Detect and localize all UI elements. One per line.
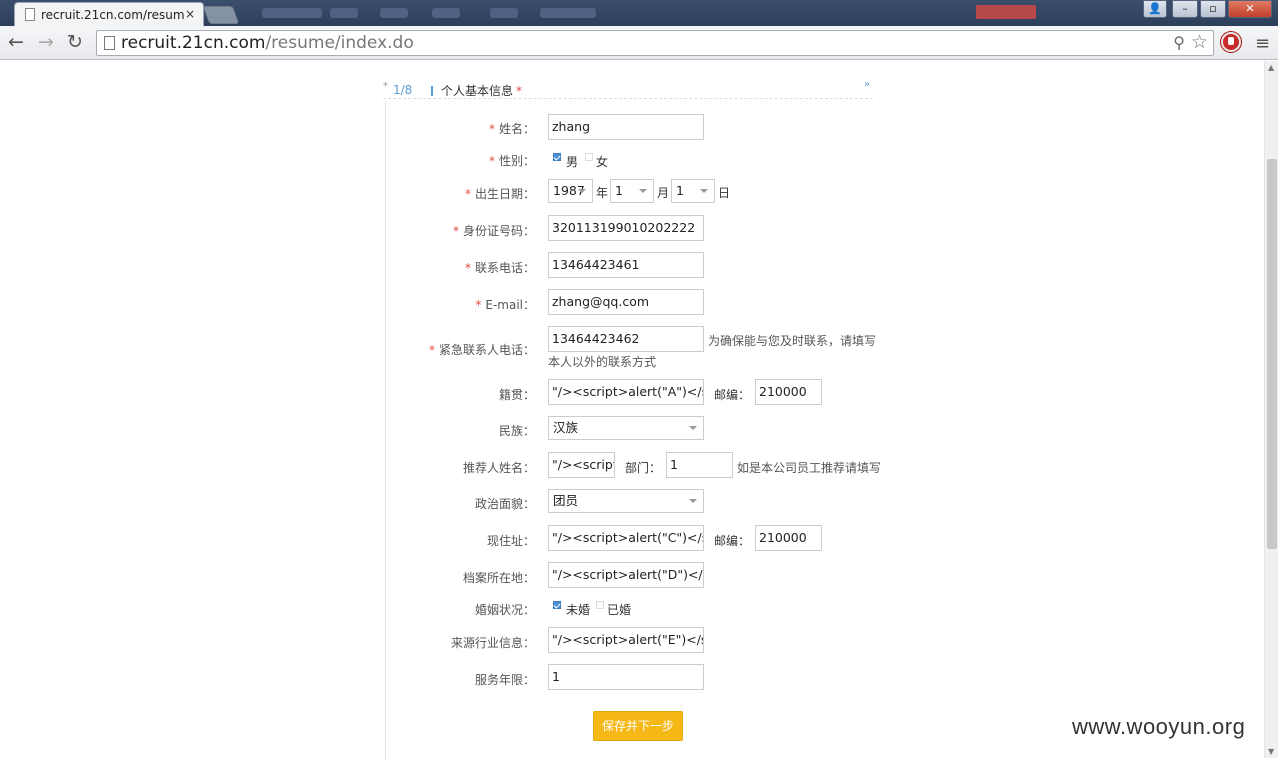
referrer-hint: 如是本公司员工推荐请填写 [737,461,882,475]
collapse-icon[interactable]: » [864,79,870,90]
menu-icon[interactable]: ≡ [1255,33,1270,54]
blurred-badge [976,5,1036,19]
blurred-area [432,8,460,18]
native-zip-input[interactable]: 210000 [755,379,822,405]
political-label: 政治面貌： [474,497,535,511]
blurred-area [540,8,596,18]
maximize-icon[interactable]: ▫ [1200,0,1226,18]
birth-year-select[interactable]: 1987 [548,179,593,203]
back-arrow-icon[interactable]: ← [4,31,28,55]
browser-toolbar: ← → ↻ recruit.21cn.com/resume/index.do ⚲… [0,26,1278,60]
email-label: * E-mail： [475,298,535,312]
bookmark-star-icon[interactable]: ☆ [1191,31,1208,53]
step-indicator: 1/8 [393,83,413,97]
industry-input[interactable]: "/><script>alert("E")</scr [548,627,704,653]
address-label: 现住址： [486,534,535,548]
window-titlebar: recruit.21cn.com/resum × 👤 – ▫ ✕ [0,0,1278,27]
page-icon [25,8,35,21]
birth-label: * 出生日期： [464,187,535,201]
blurred-area [380,8,408,18]
gender-label: * 性别： [488,154,535,168]
save-next-button[interactable]: 保存并下一步 [593,711,683,741]
native-zip-label: 邮编： [714,388,751,402]
name-input[interactable]: zhang [548,114,704,140]
marital-married-label: 已婚 [607,603,632,617]
marital-label: 婚姻状况： [474,603,535,617]
department-label: 部门： [625,461,662,475]
address-bar[interactable]: recruit.21cn.com/resume/index.do ⚲ ☆ [96,30,1214,56]
address-input[interactable]: "/><script>alert("C")</scri [548,525,704,551]
blurred-area [262,8,322,18]
address-zip-input[interactable]: 210000 [755,525,822,551]
minimize-icon[interactable]: – [1172,0,1198,18]
archive-input[interactable]: "/><script>alert("D")</sc [548,562,704,588]
id-label: * 身份证号码： [452,224,535,238]
required-dot: * [383,81,388,92]
industry-label: 来源行业信息： [450,636,535,650]
user-icon[interactable]: 👤 [1143,0,1167,18]
birth-day-select[interactable]: 1 [671,179,715,203]
extension-stop-icon[interactable] [1221,32,1241,52]
id-number-input[interactable]: 320113199010202222 [548,215,704,241]
address-zip-label: 邮编： [714,534,751,548]
gender-female-checkbox[interactable] [585,153,593,161]
zoom-icon[interactable]: ⚲ [1173,33,1185,52]
ethnic-select[interactable]: 汉族 [548,416,704,440]
archive-label: 档案所在地： [462,571,535,585]
referrer-label: 推荐人姓名： [462,461,535,475]
page-icon [104,36,115,50]
ethnic-label: 民族： [498,424,535,438]
phone-input[interactable]: 13464423461 [548,252,704,278]
marital-single-label: 未婚 [566,603,591,617]
day-unit: 日 [718,186,731,200]
watermark: www.wooyun.org [1072,714,1246,739]
political-select[interactable]: 团员 [548,489,704,513]
section-header: * 1/8 个人基本信息 * » [383,79,873,99]
reload-icon[interactable]: ↻ [63,31,87,55]
new-tab-button[interactable] [202,6,240,24]
emergency-phone-input[interactable]: 13464423462 [548,326,704,352]
gender-male-checkbox[interactable] [553,153,561,161]
tab-title: recruit.21cn.com/resum [41,8,185,22]
scroll-down-icon[interactable]: ▼ [1268,747,1274,756]
month-unit: 月 [657,186,670,200]
marital-single-checkbox[interactable] [553,601,561,609]
service-years-input[interactable]: 1 [548,664,704,690]
tab-close-icon[interactable]: × [185,7,195,21]
blurred-area [490,8,518,18]
email-input[interactable]: zhang@qq.com [548,289,704,315]
marital-married-checkbox[interactable] [596,601,604,609]
referrer-input[interactable]: "/><script [548,452,615,478]
birth-month-select[interactable]: 1 [610,179,654,203]
vertical-scrollbar[interactable]: ▲ ▼ [1264,61,1278,758]
window-controls: – ▫ ✕ [1172,0,1272,18]
close-icon[interactable]: ✕ [1228,0,1272,18]
gender-female-label: 女 [596,155,609,169]
scroll-up-icon[interactable]: ▲ [1268,63,1274,72]
url-text[interactable]: recruit.21cn.com/resume/index.do [121,33,414,53]
page-content: * 1/8 个人基本信息 * » * 姓名： zhang * 性别： 男 女 * 出生日… [0,61,1264,761]
native-label: 籍贯： [498,388,535,402]
blurred-area [330,8,358,18]
service-years-label: 服务年限： [474,673,535,687]
emergency-hint-line2: 本人以外的联系方式 [548,355,657,369]
section-title: 个人基本信息 * [441,84,523,98]
phone-label: * 联系电话： [464,261,535,275]
accent-bar [431,86,433,96]
browser-tab[interactable]: recruit.21cn.com/resum × [14,2,204,27]
gender-male-label: 男 [566,155,579,169]
native-input[interactable]: "/><script>alert("A")</scri [548,379,704,405]
department-input[interactable]: 1 [666,452,733,478]
scrollbar-thumb[interactable] [1267,159,1277,549]
name-label: * 姓名： [488,122,535,136]
forward-arrow-icon[interactable]: → [34,31,58,55]
year-unit: 年 [596,186,609,200]
emergency-label: * 紧急联系人电话： [428,343,535,357]
emergency-hint-line1: 为确保能与您及时联系，请填写 [708,334,877,348]
